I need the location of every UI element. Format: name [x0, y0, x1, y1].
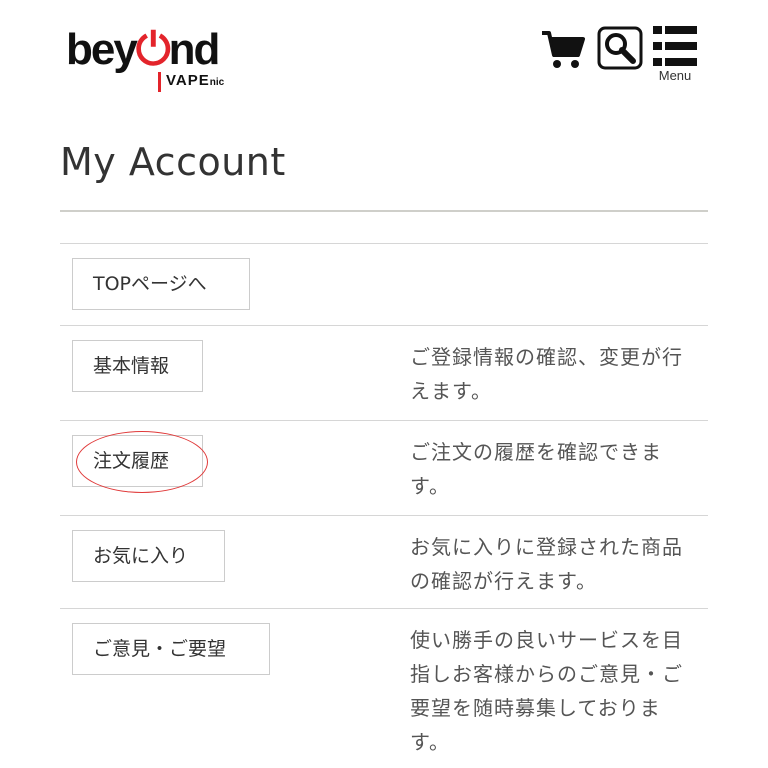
feedback-description: 使い勝手の良いサービスを目指しお客様からのご意見・ご要望を随時募集しております。	[410, 628, 683, 754]
account-row-top: TOPページへ	[60, 243, 708, 325]
account-menu-list: TOPページへ 基本情報 ご登録情報の確認、変更が行えます。 注文履歴 ご注文の…	[60, 243, 708, 768]
favorites-button[interactable]: お気に入り	[72, 530, 225, 582]
search-button[interactable]	[597, 26, 643, 70]
cart-icon	[542, 31, 585, 68]
basic-info-description: ご登録情報の確認、変更が行えます。	[410, 345, 683, 403]
feedback-button[interactable]: ご意見・ご要望	[72, 623, 270, 675]
page: bey⏻nd VAPEnic Menu My Account TOPページへ 基…	[0, 0, 768, 768]
logo-power-glyph: ⏻	[135, 25, 171, 74]
cart-button[interactable]	[540, 28, 586, 70]
favorites-description: お気に入りに登録された商品の確認が行えます。	[410, 535, 683, 593]
order-history-button[interactable]: 注文履歴	[72, 435, 203, 487]
logo-wordmark: bey⏻nd	[66, 25, 221, 74]
account-row-order-history: 注文履歴 ご注文の履歴を確認できます。	[60, 420, 708, 515]
logo-word-part-2: nd	[168, 25, 221, 74]
basic-info-button[interactable]: 基本情報	[72, 340, 203, 392]
order-history-description: ご注文の履歴を確認できます。	[410, 440, 662, 498]
logo-sub-text: VAPE	[166, 72, 210, 89]
menu-label: Menu	[658, 68, 692, 83]
title-divider	[60, 210, 708, 212]
logo-sub: VAPEnic	[158, 72, 224, 92]
site-logo[interactable]: bey⏻nd VAPEnic	[62, 26, 232, 92]
menu-icon	[653, 26, 697, 66]
logo-sub-small: nic	[209, 77, 225, 88]
account-row-favorites: お気に入り お気に入りに登録された商品の確認が行えます。	[60, 515, 708, 608]
account-row-basic-info: 基本情報 ご登録情報の確認、変更が行えます。	[60, 325, 708, 420]
page-title: My Account	[60, 140, 286, 184]
menu-button[interactable]: Menu	[652, 26, 698, 84]
account-row-feedback: ご意見・ご要望 使い勝手の良いサービスを目指しお客様からのご意見・ご要望を随時募…	[60, 608, 708, 768]
top-page-button[interactable]: TOPページへ	[72, 258, 250, 310]
search-icon	[597, 26, 643, 70]
logo-word-part-1: bey	[66, 25, 138, 74]
